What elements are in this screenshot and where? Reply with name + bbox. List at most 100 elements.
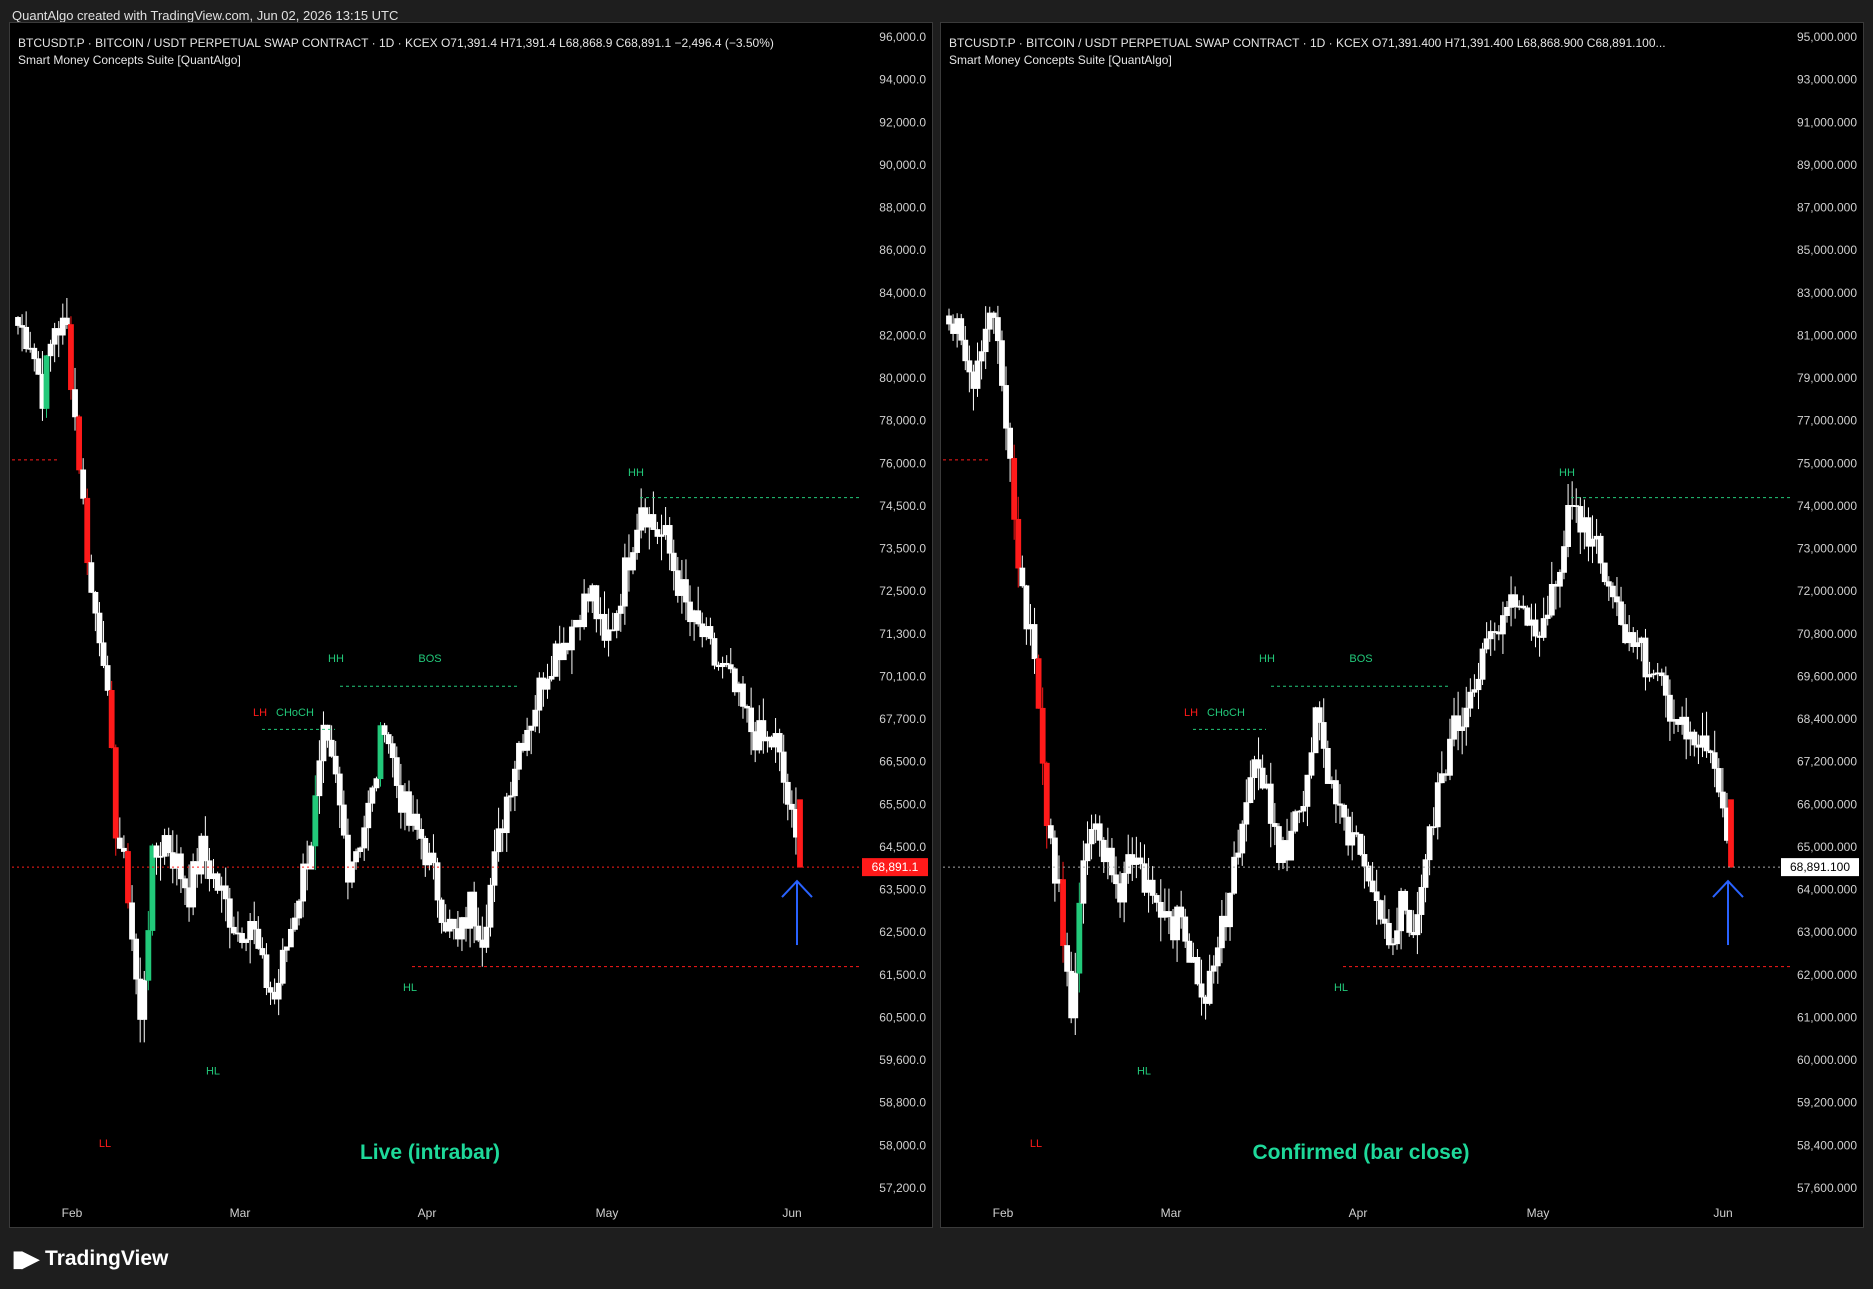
indicator-name[interactable]: Smart Money Concepts Suite [QuantAlgo] <box>949 52 1666 69</box>
structure-label: HL <box>1137 1065 1151 1077</box>
y-tick-label: 58,400.000 <box>1797 1138 1857 1152</box>
candle-body <box>328 739 335 757</box>
y-tick-label: 86,000.0 <box>879 243 926 257</box>
candle-body <box>593 585 600 620</box>
candle-body <box>1149 879 1156 896</box>
candle-body <box>1316 707 1323 723</box>
candle-body <box>385 734 392 745</box>
candle-body <box>1239 823 1246 854</box>
candle-body <box>634 529 640 553</box>
y-tick-label: 76,000.0 <box>879 456 926 470</box>
candle-body <box>340 804 347 836</box>
candle-body <box>1227 892 1233 928</box>
y-tick-label: 65,000.000 <box>1797 840 1857 854</box>
candle-body <box>296 900 302 919</box>
candle-body <box>251 920 258 930</box>
y-tick-label: 95,000.000 <box>1797 30 1857 44</box>
candle-body <box>292 917 298 930</box>
candle-body <box>1434 782 1441 828</box>
candle-body <box>1113 874 1119 885</box>
candle-body <box>1377 900 1384 920</box>
candle-body <box>1719 791 1726 809</box>
candle-body <box>1715 768 1722 793</box>
candle-body <box>1210 965 1217 972</box>
candle-body <box>1015 518 1022 569</box>
candle-body <box>1194 956 1201 985</box>
candle-body <box>112 747 119 839</box>
y-tick-label: 70,100.0 <box>879 669 926 683</box>
x-tick-label: May <box>1527 1206 1550 1220</box>
candle-body <box>226 898 233 928</box>
candlestick-chart-live[interactable]: 96,000.0 94,000.0 92,000.0 90,000.0 88,000.0… <box>10 23 932 1227</box>
candle-body <box>1121 873 1128 903</box>
candle-body <box>1361 854 1368 867</box>
candle-body <box>450 918 457 929</box>
candle-body <box>373 778 380 789</box>
x-tick-label: Jun <box>782 1206 801 1220</box>
candle-body <box>1447 738 1453 776</box>
chart-panel-confirmed[interactable]: 95,000.000 93,000.000 91,000.000 89,000.000… <box>940 22 1864 1228</box>
candle-body <box>1308 752 1315 776</box>
candle-body <box>1088 829 1095 845</box>
candle-body <box>353 851 359 863</box>
candle-body <box>1206 970 1213 1004</box>
candle-body <box>178 853 184 880</box>
y-tick-label: 58,000.0 <box>879 1138 926 1152</box>
candle-body <box>1422 859 1429 888</box>
candle-body <box>108 689 115 749</box>
candle-body <box>1369 880 1376 893</box>
structure-label: HH <box>628 467 644 479</box>
candle-body <box>100 642 107 666</box>
candle-body <box>1483 638 1490 650</box>
candle-body <box>263 954 270 988</box>
candle-body <box>1178 906 1185 918</box>
y-tick-label: 81,000.000 <box>1797 328 1857 342</box>
candle-body <box>63 317 70 325</box>
candle-body <box>1214 947 1221 967</box>
x-tick-label: Mar <box>1161 1206 1182 1220</box>
y-tick-label: 79,000.000 <box>1797 371 1857 385</box>
y-tick-label: 91,000.000 <box>1797 115 1857 129</box>
candle-body <box>145 930 152 981</box>
candle-body <box>418 829 425 839</box>
candle-body <box>1064 945 1071 972</box>
candle-body <box>1479 648 1486 680</box>
candle-body <box>1051 837 1058 884</box>
structure-label: CHoCH <box>1207 707 1245 719</box>
candle-body <box>283 946 290 951</box>
candle-body <box>982 328 989 353</box>
chart-caption: Live (intrabar) <box>359 1141 501 1164</box>
x-tick-label: May <box>596 1206 619 1220</box>
candle-body <box>613 613 620 631</box>
candle-body <box>670 552 677 572</box>
structure-label: LH <box>1184 707 1198 719</box>
candle-body <box>96 612 103 644</box>
candle-body <box>1365 865 1372 882</box>
candle-body <box>1235 852 1242 858</box>
y-tick-label: 84,000.0 <box>879 286 926 300</box>
indicator-name[interactable]: Smart Money Concepts Suite [QuantAlgo] <box>18 52 774 69</box>
candlestick-chart-confirmed[interactable]: 95,000.000 93,000.000 91,000.000 89,000.000… <box>941 23 1863 1227</box>
y-tick-label: 71,300.0 <box>879 627 926 641</box>
x-tick-label: Feb <box>62 1206 83 1220</box>
candle-body <box>88 562 95 593</box>
structure-label: HL <box>403 982 417 994</box>
structure-label: HH <box>328 653 344 665</box>
candle-body <box>300 863 307 902</box>
candle-body <box>275 982 282 1000</box>
chart-panel-live[interactable]: 96,000.0 94,000.0 92,000.0 90,000.0 88,000.0… <box>9 22 933 1228</box>
candle-body <box>1544 614 1551 619</box>
y-tick-label: 59,200.000 <box>1797 1096 1857 1110</box>
candle-body <box>974 360 981 389</box>
candle-body <box>393 757 400 786</box>
symbol-line: BTCUSDT.P · BITCOIN / USDT PERPETUAL SWA… <box>949 36 1666 50</box>
x-tick-label: Apr <box>1349 1206 1368 1220</box>
y-tick-label: 78,000.0 <box>879 414 926 428</box>
candle-body <box>129 902 135 940</box>
brand-footer[interactable]: ▮▶ TradingView <box>12 1246 168 1272</box>
candle-body <box>1324 748 1331 784</box>
y-tick-label: 72,000.000 <box>1797 584 1857 598</box>
candle-body <box>1267 783 1274 824</box>
y-tick-label: 80,000.0 <box>879 371 926 385</box>
candle-body <box>1548 583 1555 616</box>
